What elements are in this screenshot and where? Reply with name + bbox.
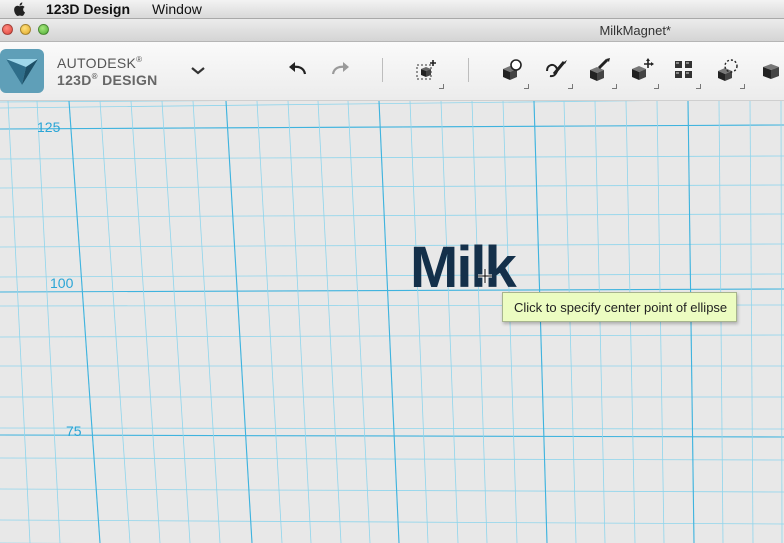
autodesk-logo: [0, 49, 44, 93]
undo-icon: [289, 62, 307, 75]
primitives-button[interactable]: [413, 56, 444, 89]
grouping-button[interactable]: [714, 56, 745, 89]
dropdown-corner: [696, 84, 701, 89]
pattern-button[interactable]: [670, 56, 701, 89]
dropdown-corner: [568, 84, 573, 89]
dropdown-corner: [612, 84, 617, 89]
grid-label-100: 100: [50, 275, 74, 291]
crosshair-cursor-icon: [478, 269, 492, 283]
modify-icon: [590, 58, 610, 81]
dropdown-corner: [654, 84, 659, 89]
combine-icon: [763, 64, 779, 79]
combine-button[interactable]: [756, 56, 784, 84]
brand-autodesk-text: AUTODESK: [57, 55, 137, 71]
redo-icon: [331, 62, 349, 75]
chevron-down-icon: [191, 67, 205, 75]
brand-reg-mark-2: ®: [91, 72, 98, 81]
toolbar-separator: [468, 58, 469, 82]
design-canvas[interactable]: 125 100 75 Milk Click to specify center …: [0, 101, 784, 543]
grid-label-125: 125: [37, 119, 61, 135]
transform-icon: [632, 58, 654, 80]
toolbar-separator: [382, 58, 383, 82]
milk-text-model[interactable]: Milk: [410, 239, 517, 297]
window-title: MilkMagnet*: [599, 23, 671, 38]
apple-icon[interactable]: [12, 1, 28, 17]
transform-button[interactable]: [628, 56, 659, 89]
undo-button[interactable]: [284, 56, 312, 84]
pattern-icon: [675, 61, 692, 78]
sketch-icon: [503, 59, 522, 80]
grid-label-75: 75: [66, 423, 82, 439]
main-toolbar: AUTODESK® 123D® DESIGN: [0, 42, 784, 101]
construct-button[interactable]: [542, 56, 573, 89]
grouping-icon: [718, 59, 738, 81]
brand-product: 123D® DESIGN: [57, 72, 158, 88]
brand-product-123d: 123D: [57, 72, 92, 88]
brand-product-design: DESIGN: [102, 72, 158, 88]
brand-autodesk: AUTODESK®: [57, 55, 142, 71]
app-menu-dropdown[interactable]: [184, 56, 212, 84]
app-menu-name[interactable]: 123D Design: [46, 1, 130, 17]
dropdown-corner: [439, 84, 444, 89]
redo-button[interactable]: [326, 56, 354, 84]
construct-icon: [546, 60, 567, 78]
brand-reg-mark: ®: [136, 55, 143, 64]
menu-bar: 123D Design Window: [0, 0, 784, 19]
dropdown-corner: [740, 84, 745, 89]
window-titlebar: MilkMagnet*: [0, 19, 784, 42]
menu-window[interactable]: Window: [152, 1, 202, 17]
ellipse-tooltip: Click to specify center point of ellipse: [502, 292, 737, 322]
sketch-button[interactable]: [498, 56, 529, 89]
primitives-icon: [416, 60, 436, 80]
dropdown-corner: [524, 84, 529, 89]
modify-button[interactable]: [586, 56, 617, 89]
